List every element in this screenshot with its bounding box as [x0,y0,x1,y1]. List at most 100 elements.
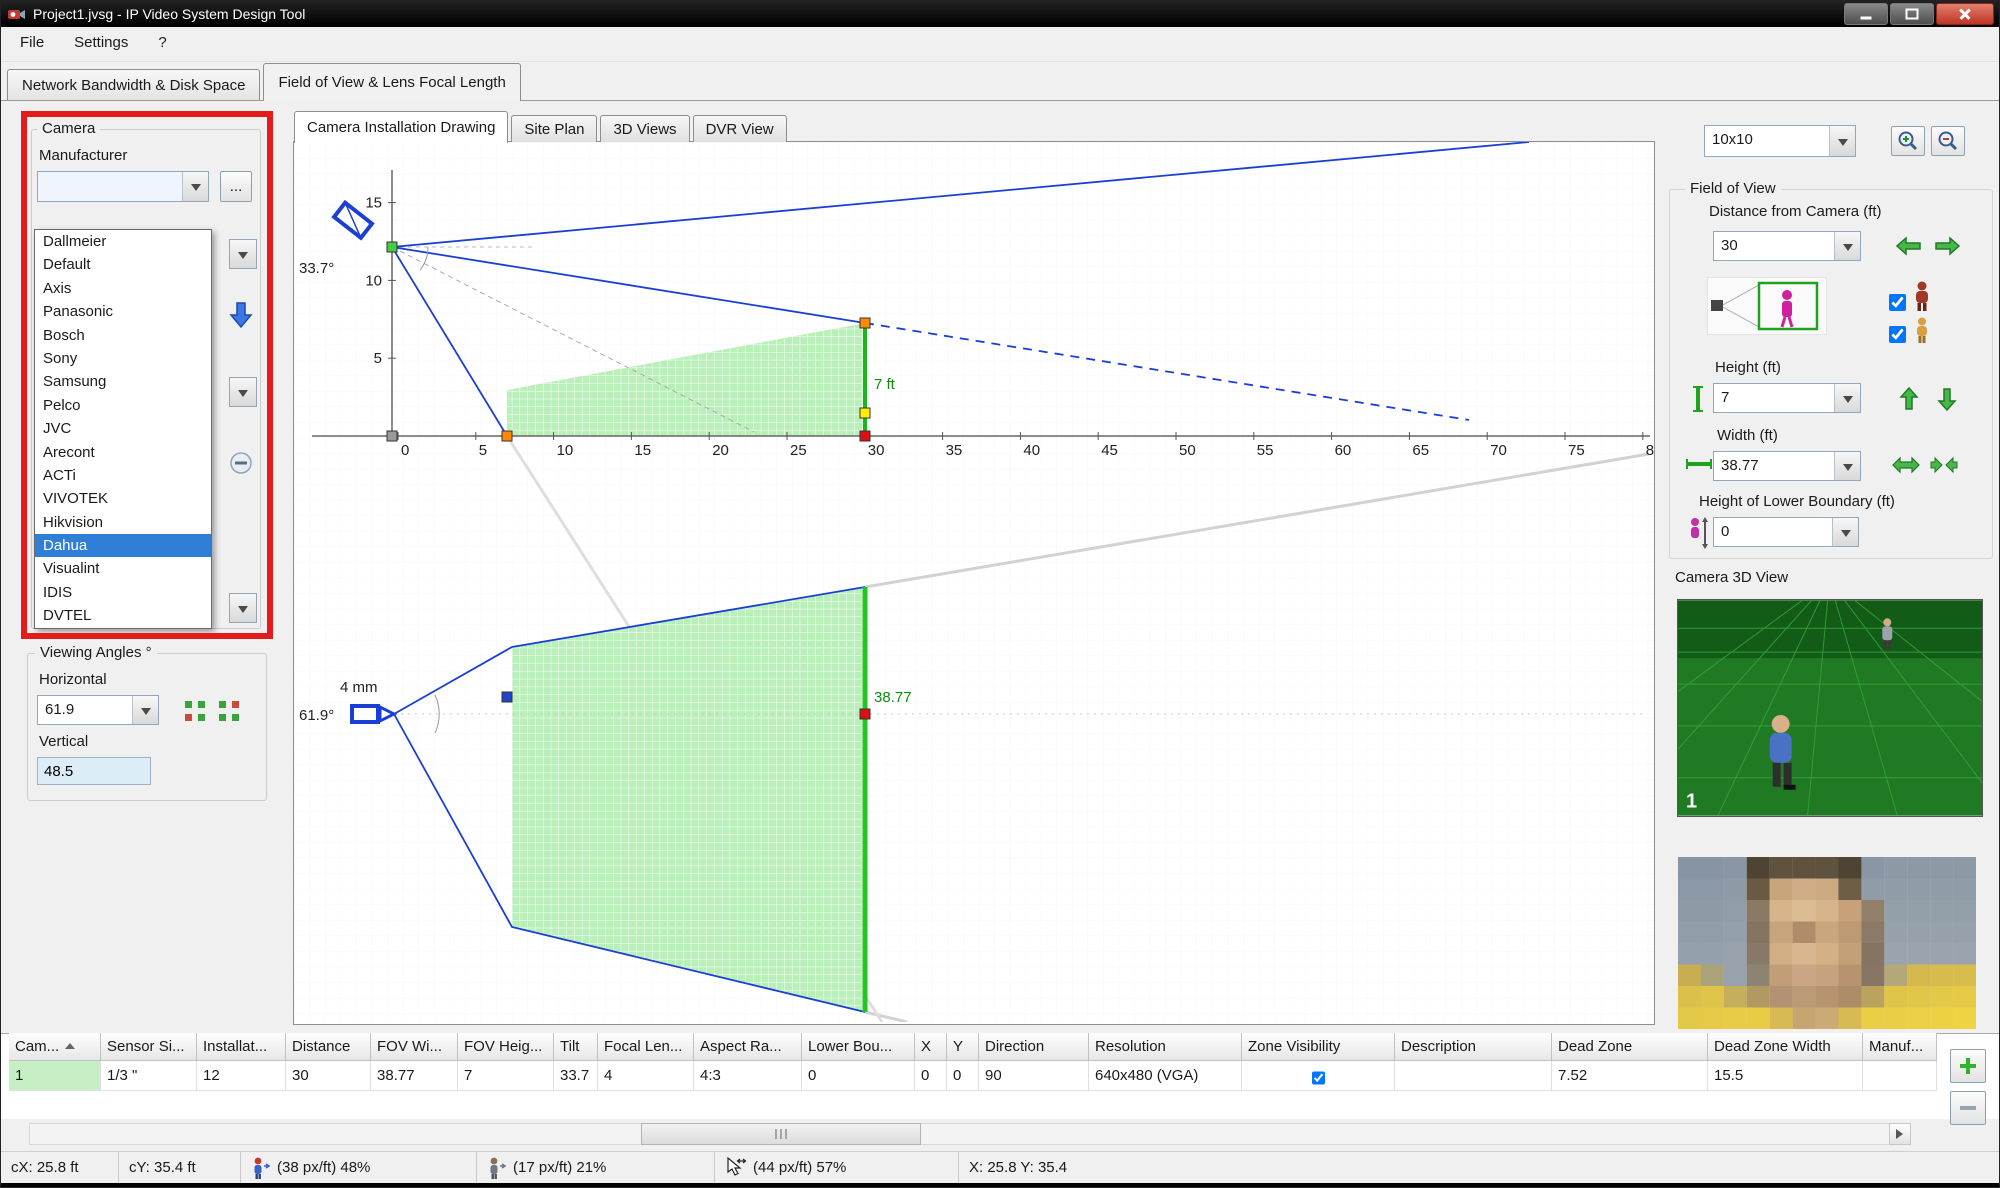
table-cell[interactable] [1395,1061,1552,1091]
column-header[interactable]: Direction [979,1033,1089,1061]
manufacturer-option[interactable]: Pelco [35,394,211,417]
menu-item[interactable]: ? [143,27,181,61]
decrease-height-arrow-icon[interactable] [1936,385,1958,413]
manufacturer-option[interactable]: Samsung [35,370,211,393]
canvas-tab[interactable]: DVR View [693,115,787,142]
table-cell[interactable]: 15.5 [1708,1061,1863,1091]
table-cell[interactable]: 0 [802,1061,915,1091]
menu-item[interactable]: File [5,27,59,61]
column-header[interactable]: Tilt [554,1033,598,1061]
minimize-button[interactable] [1844,3,1888,25]
column-header[interactable]: Installat... [197,1033,286,1061]
scrollbar-thumb[interactable] [641,1123,921,1145]
column-header[interactable]: Y [947,1033,979,1061]
table-cell[interactable]: 1/3 " [101,1061,197,1091]
manufacturer-option[interactable]: Panasonic [35,300,211,323]
show-person-2-checkbox[interactable] [1889,326,1906,343]
manufacturer-option[interactable]: Sony [35,347,211,370]
manufacturer-option[interactable]: Dallmeier [35,230,211,253]
column-header[interactable]: Distance [286,1033,371,1061]
height-combobox[interactable]: 7 [1713,383,1861,413]
model-dropdown-button-partial[interactable] [229,239,257,269]
column-header[interactable]: Aspect Ra... [694,1033,802,1061]
expand-angles-icon[interactable] [183,699,207,723]
table-cell[interactable]: 1 [9,1061,101,1091]
installation-drawing-canvas[interactable]: 05101520253035404550556065707580 15105 [294,142,1654,1022]
manufacturer-option[interactable]: VIVOTEK [35,487,211,510]
column-header[interactable]: Focal Len... [598,1033,694,1061]
decrease-distance-arrow-icon[interactable] [1894,235,1924,257]
lower-boundary-combobox[interactable]: 0 [1713,517,1859,547]
table-cell[interactable]: 0 [947,1061,979,1091]
scroll-right-button[interactable] [1889,1123,1911,1145]
increase-distance-arrow-icon[interactable] [1932,235,1962,257]
manufacturer-option[interactable]: ACTi [35,464,211,487]
column-header[interactable]: Manuf... [1863,1033,1937,1061]
camera-handle[interactable] [387,242,397,252]
distance-handle[interactable] [860,431,870,441]
manufacturer-combobox[interactable] [37,171,209,202]
manufacturer-option[interactable]: IDIS [35,581,211,604]
manufacturer-option[interactable]: Arecont [35,441,211,464]
manufacturer-option[interactable]: JVC [35,417,211,440]
narrow-fov-arrow-icon[interactable] [1929,454,1959,476]
lens-dropdown-button-partial[interactable] [229,593,257,623]
zone-visibility-checkbox[interactable] [1312,1069,1325,1087]
column-header[interactable]: Description [1395,1033,1552,1061]
table-cell[interactable]: 7.52 [1552,1061,1708,1091]
manufacturer-option[interactable]: Dahua [35,534,211,557]
lower-boundary-dropdown-button[interactable] [1832,518,1858,546]
column-header[interactable]: FOV Wi... [371,1033,458,1061]
lower-boundary-handle[interactable] [860,408,870,418]
lens-handle[interactable] [502,692,512,702]
manufacturer-dropdown-button[interactable] [182,172,208,201]
manufacturer-option[interactable]: Default [35,253,211,276]
column-header[interactable]: FOV Heig... [458,1033,554,1061]
grid-scale-combobox[interactable]: 10x10 [1704,125,1856,157]
fov-top-handle[interactable] [860,318,870,328]
main-tab[interactable]: Field of View & Lens Focal Length [263,63,520,101]
table-cell[interactable]: 0 [915,1061,947,1091]
remove-icon[interactable] [229,451,253,475]
canvas-tab[interactable]: Site Plan [511,115,597,142]
main-tab[interactable]: Network Bandwidth & Disk Space [7,69,260,100]
column-header[interactable]: Dead Zone [1552,1033,1708,1061]
distance-combobox[interactable]: 30 [1713,231,1861,261]
horizontal-angle-dropdown-button[interactable] [132,696,158,724]
origin-handle[interactable] [387,431,397,441]
manufacturer-option[interactable]: Hikvision [35,511,211,534]
table-cell[interactable]: 33.7 [554,1061,598,1091]
table-cell[interactable]: 38.77 [371,1061,458,1091]
table-cell[interactable]: 7 [458,1061,554,1091]
table-row[interactable]: 11/3 "123038.77733.744:300090640x480 (VG… [9,1061,1937,1091]
table-cell[interactable]: 4:3 [694,1061,802,1091]
remove-camera-button[interactable] [1950,1091,1986,1125]
column-header[interactable]: Dead Zone Width [1708,1033,1863,1061]
table-cell[interactable]: 90 [979,1061,1089,1091]
plan-distance-handle[interactable] [860,709,870,719]
browse-manufacturer-button[interactable]: ... [220,171,252,202]
camera-3d-view[interactable]: 1 [1677,599,1983,817]
column-header[interactable]: Zone Visibility [1242,1033,1395,1061]
distance-dropdown-button[interactable] [1834,232,1860,260]
zoom-out-button[interactable] [1931,126,1965,156]
table-cell[interactable] [1863,1061,1937,1091]
table-cell[interactable] [1242,1061,1395,1091]
deadzone-handle[interactable] [502,431,512,441]
table-cell[interactable]: 30 [286,1061,371,1091]
manufacturer-option[interactable]: Visualint [35,557,211,580]
table-cell[interactable]: 640x480 (VGA) [1089,1061,1242,1091]
horizontal-angle-combobox[interactable]: 61.9 [37,695,159,725]
menu-item[interactable]: Settings [59,27,143,61]
column-header[interactable]: Lower Bou... [802,1033,915,1061]
close-button[interactable] [1936,3,1994,25]
column-header[interactable]: Cam... [9,1033,101,1061]
add-camera-button[interactable] [1950,1049,1986,1083]
collapse-angles-icon[interactable] [217,699,241,723]
grid-scale-dropdown-button[interactable] [1829,126,1855,156]
manufacturer-option[interactable]: Bosch [35,324,211,347]
table-cell[interactable]: 4 [598,1061,694,1091]
resolution-dropdown-button-partial[interactable] [229,377,257,407]
canvas-tab[interactable]: 3D Views [600,115,689,142]
canvas-tab[interactable]: Camera Installation Drawing [294,111,508,143]
